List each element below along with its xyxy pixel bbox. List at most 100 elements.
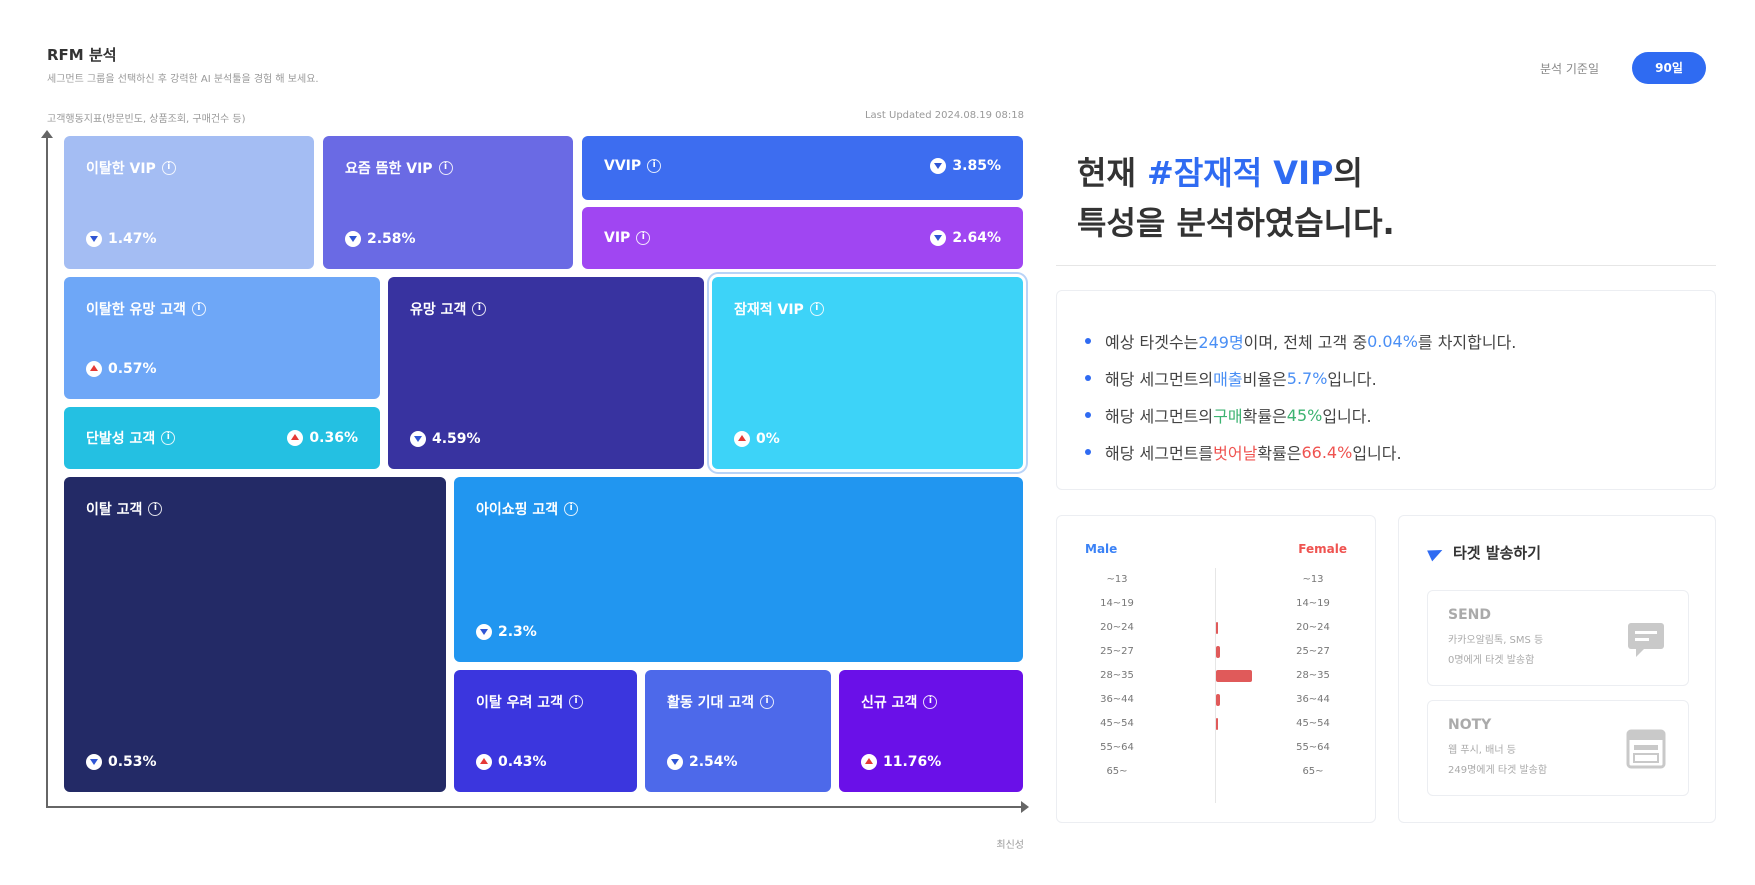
analysis-bullet: 해당 세그먼트의 구매 확률은 45% 입니다. <box>1085 403 1372 427</box>
bullet-value: 구매 <box>1213 407 1243 426</box>
headline-prefix: 현재 <box>1077 154 1148 192</box>
segment-cell[interactable]: 유망 고객 i 4.59% <box>388 277 704 469</box>
send-title: 타겟 발송하기 <box>1427 542 1541 563</box>
target-send-card: 타겟 발송하기 SEND 카카오알림톡, SMS 등 0명에게 타겟 발송함 N… <box>1398 515 1716 823</box>
info-icon[interactable]: i <box>148 502 163 516</box>
segment-value: 0.43% <box>476 754 547 770</box>
send-option-noty[interactable]: NOTY 웹 푸시, 배너 등 249명에게 타겟 발송함 <box>1427 700 1689 796</box>
send-option-send[interactable]: SEND 카카오알림톡, SMS 등 0명에게 타겟 발송함 <box>1427 590 1689 686</box>
segment-cell[interactable]: 활동 기대 고객 i 2.54% <box>645 670 831 792</box>
segment-percent: 2.64% <box>952 230 1001 246</box>
segment-cell[interactable]: 잠재적 VIP i 0% <box>712 277 1023 469</box>
bullet-text: 해당 세그먼트를 <box>1105 444 1214 463</box>
info-icon[interactable]: i <box>923 695 938 709</box>
info-icon[interactable]: i <box>809 302 824 316</box>
bullet-text: 입니다. <box>1352 444 1402 463</box>
bullet-value: 매출 <box>1213 370 1243 389</box>
age-label-male: 55~64 <box>1100 742 1134 753</box>
headline-line2: 특성을 분석하였습니다. <box>1077 204 1395 242</box>
segment-percent: 1.47% <box>108 231 157 247</box>
segment-value: 2.3% <box>476 624 537 640</box>
segment-value: 0.36% <box>287 430 358 446</box>
bullet-dot <box>1085 412 1091 418</box>
period-label: 분석 기준일 <box>1540 62 1600 76</box>
trend-down-icon <box>930 230 947 246</box>
info-icon[interactable]: i <box>438 161 453 175</box>
bullet-value: 0.04% <box>1367 331 1418 351</box>
bullet-text: 예상 타겟수는 <box>1105 333 1199 352</box>
headline-segment: #잠재적 VIP <box>1147 154 1334 192</box>
info-icon[interactable]: i <box>161 431 176 445</box>
age-label-female: 25~27 <box>1296 646 1330 657</box>
info-icon[interactable]: i <box>564 502 579 516</box>
segment-value: 0% <box>734 431 780 447</box>
segment-value: 0.53% <box>86 754 157 770</box>
male-label: Male <box>1085 542 1118 556</box>
segment-percent: 4.59% <box>432 431 481 447</box>
info-icon[interactable]: i <box>161 161 176 175</box>
age-label-female: 65~ <box>1302 766 1324 777</box>
segment-percent: 2.3% <box>498 624 537 640</box>
pyramid-center-line <box>1215 568 1216 803</box>
info-icon[interactable]: i <box>569 695 584 709</box>
segment-percent: 0.53% <box>108 754 157 770</box>
segment-cell[interactable]: 단발성 고객 i 0.36% <box>64 407 380 469</box>
segment-cell[interactable]: 요즘 뜸한 VIP i 2.58% <box>323 136 573 269</box>
analysis-bullet: 해당 세그먼트의 매출 비율은 5.7% 입니다. <box>1085 366 1377 390</box>
female-bar <box>1216 670 1252 682</box>
x-axis-label: 최신성 <box>996 840 1024 851</box>
segment-label: VIP <box>604 230 631 246</box>
segment-name: 신규 고객 i <box>861 692 938 712</box>
segment-name: VIP i <box>604 230 651 246</box>
period-button[interactable]: 90일 <box>1632 52 1706 84</box>
age-label-male: 28~35 <box>1100 670 1134 681</box>
info-icon[interactable]: i <box>647 159 662 173</box>
trend-up-icon <box>476 754 492 770</box>
age-label-male: 14~19 <box>1100 598 1134 609</box>
send-option-title: NOTY <box>1448 717 1492 733</box>
bullet-dot <box>1085 449 1091 455</box>
paper-plane-icon <box>1427 544 1445 561</box>
age-label-male: 45~54 <box>1100 718 1134 729</box>
age-label-male: ~13 <box>1106 574 1128 585</box>
segment-cell[interactable]: 아이쇼핑 고객 i 2.3% <box>454 477 1023 662</box>
segment-cell[interactable]: 이탈 우려 고객 i 0.43% <box>454 670 637 792</box>
segment-label: VVIP <box>604 158 642 174</box>
bullet-value: 45% <box>1286 405 1323 425</box>
segment-cell[interactable]: 신규 고객 i 11.76% <box>839 670 1023 792</box>
segment-cell[interactable]: VIP i 2.64% <box>582 207 1023 269</box>
age-label-female: ~13 <box>1302 574 1324 585</box>
segment-label: 요즘 뜸한 VIP <box>345 161 433 177</box>
bullet-text: 를 차지합니다. <box>1417 333 1517 352</box>
segment-cell[interactable]: VVIP i 3.85% <box>582 136 1023 200</box>
segment-label: 단발성 고객 <box>86 431 156 447</box>
send-option-desc: 카카오알림톡, SMS 등 <box>1448 635 1544 646</box>
info-icon[interactable]: i <box>191 302 206 316</box>
segment-percent: 0.43% <box>498 754 547 770</box>
segment-label: 유망 고객 <box>410 302 467 318</box>
info-icon[interactable]: i <box>760 695 775 709</box>
send-option-count: 0명에게 타겟 발송함 <box>1448 655 1535 666</box>
headline-suffix: 의 <box>1333 154 1363 192</box>
info-icon[interactable]: i <box>472 302 487 316</box>
trend-down-icon <box>410 431 426 447</box>
y-axis-label: 고객행동지표(방문빈도, 상품조회, 구매건수 등) <box>47 114 246 125</box>
segment-cell[interactable]: 이탈 고객 i 0.53% <box>64 477 446 792</box>
segment-label: 이탈한 유망 고객 <box>86 302 186 318</box>
segment-label: 신규 고객 <box>861 695 918 711</box>
info-icon[interactable]: i <box>636 231 651 245</box>
trend-up-icon <box>86 361 102 377</box>
send-option-count: 249명에게 타겟 발송함 <box>1448 765 1548 776</box>
segment-cell[interactable]: 이탈한 유망 고객 i 0.57% <box>64 277 380 399</box>
divider <box>1056 265 1716 266</box>
analysis-bullet: 해당 세그먼트를 벗어날 확률은 66.4% 입니다. <box>1085 440 1402 464</box>
segment-percent: 2.58% <box>367 231 416 247</box>
trend-up-icon <box>287 430 304 446</box>
segment-cell[interactable]: 이탈한 VIP i 1.47% <box>64 136 314 269</box>
female-bar <box>1216 694 1220 706</box>
segment-label: 이탈 고객 <box>86 502 143 518</box>
trend-down-icon <box>667 754 683 770</box>
segment-value: 4.59% <box>410 431 481 447</box>
segment-label: 이탈 우려 고객 <box>476 695 564 711</box>
trend-down-icon <box>86 754 102 770</box>
